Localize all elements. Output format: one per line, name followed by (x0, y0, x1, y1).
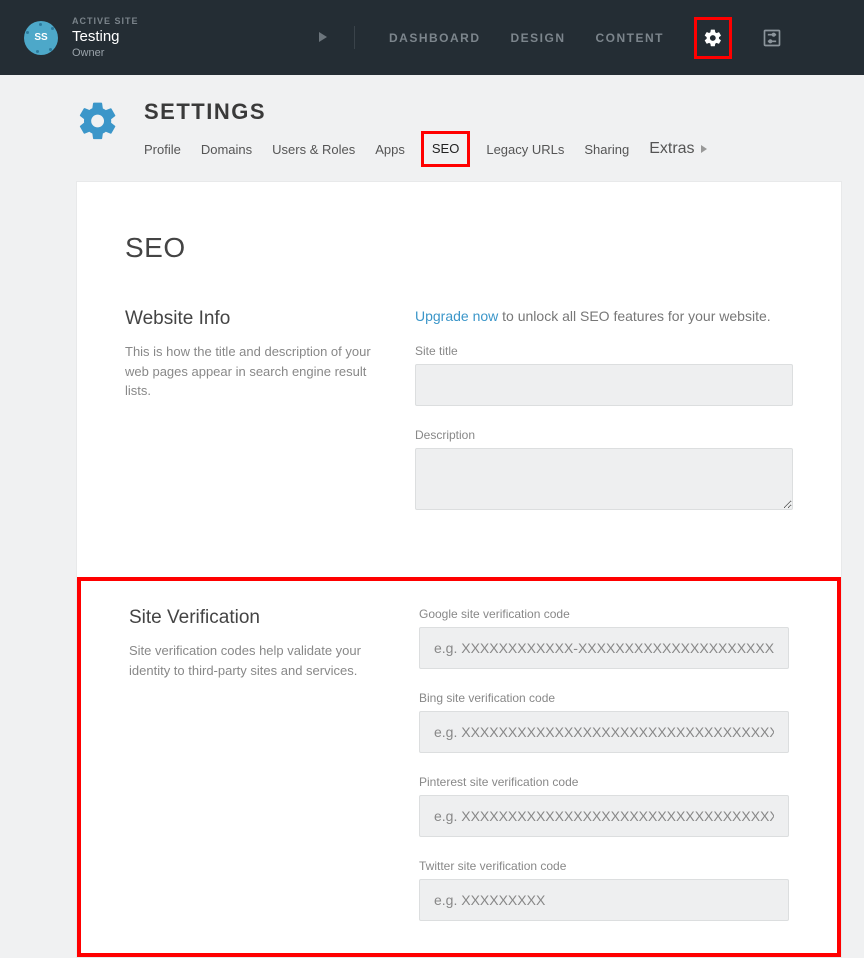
site-role: Owner (72, 47, 139, 59)
page-title: SETTINGS (144, 99, 707, 125)
tab-users-roles[interactable]: Users & Roles (272, 142, 355, 157)
site-title-input[interactable] (415, 364, 793, 406)
tab-extras-label: Extras (649, 140, 694, 158)
upgrade-text: Upgrade now to unlock all SEO features f… (415, 308, 793, 324)
pinterest-code-label: Pinterest site verification code (419, 775, 789, 789)
description-textarea[interactable] (415, 448, 793, 510)
bing-code-label: Bing site verification code (419, 691, 789, 705)
website-info-section: Website Info This is how the title and d… (125, 308, 793, 537)
sliders-icon[interactable] (762, 28, 782, 48)
website-info-desc: This is how the title and description of… (125, 342, 375, 401)
twitter-code-label: Twitter site verification code (419, 859, 789, 873)
upgrade-rest: to unlock all SEO features for your webs… (498, 308, 770, 324)
active-site-label: ACTIVE SITE (72, 16, 139, 26)
nav-dashboard[interactable]: DASHBOARD (389, 31, 481, 45)
pinterest-code-input[interactable] (419, 795, 789, 837)
site-verification-section: Site Verification Site verification code… (129, 607, 789, 943)
tab-legacy-urls[interactable]: Legacy URLs (486, 142, 564, 157)
tab-domains[interactable]: Domains (201, 142, 252, 157)
site-verification-heading: Site Verification (129, 607, 379, 629)
site-meta: ACTIVE SITE Testing Owner (72, 16, 139, 59)
nav-content[interactable]: CONTENT (596, 31, 665, 45)
google-code-label: Google site verification code (419, 607, 789, 621)
chevron-right-icon (701, 140, 707, 158)
site-avatar: SS (24, 21, 58, 55)
site-verification-desc: Site verification codes help validate yo… (129, 641, 379, 680)
description-label: Description (415, 428, 793, 442)
google-code-input[interactable] (419, 627, 789, 669)
tab-seo-highlight: SEO (421, 131, 470, 167)
site-name: Testing (72, 28, 139, 45)
site-verification-highlight: Site Verification Site verification code… (77, 577, 841, 957)
tab-seo[interactable]: SEO (432, 141, 459, 156)
website-info-heading: Website Info (125, 308, 375, 330)
tab-sharing[interactable]: Sharing (584, 142, 629, 157)
site-dropdown-arrow-icon[interactable] (319, 29, 327, 47)
bing-code-input[interactable] (419, 711, 789, 753)
nav-settings-highlight (694, 17, 732, 59)
settings-panel: SEO Website Info This is how the title a… (76, 181, 842, 958)
upgrade-link[interactable]: Upgrade now (415, 308, 498, 324)
twitter-code-input[interactable] (419, 879, 789, 921)
site-title-label: Site title (415, 344, 793, 358)
tab-profile[interactable]: Profile (144, 142, 181, 157)
active-site-block[interactable]: SS ACTIVE SITE Testing Owner (0, 16, 355, 59)
tab-extras[interactable]: Extras (649, 140, 706, 158)
nav-design[interactable]: DESIGN (511, 31, 566, 45)
page-header: SETTINGS Profile Domains Users & Roles A… (0, 75, 864, 161)
settings-gear-icon (76, 99, 120, 143)
top-bar: SS ACTIVE SITE Testing Owner DASHBOARD D… (0, 0, 864, 75)
panel-title: SEO (125, 232, 793, 264)
settings-tabs: Profile Domains Users & Roles Apps SEO L… (144, 137, 707, 161)
tab-apps[interactable]: Apps (375, 142, 405, 157)
gear-icon[interactable] (703, 28, 723, 48)
top-nav: DASHBOARD DESIGN CONTENT (355, 17, 782, 59)
